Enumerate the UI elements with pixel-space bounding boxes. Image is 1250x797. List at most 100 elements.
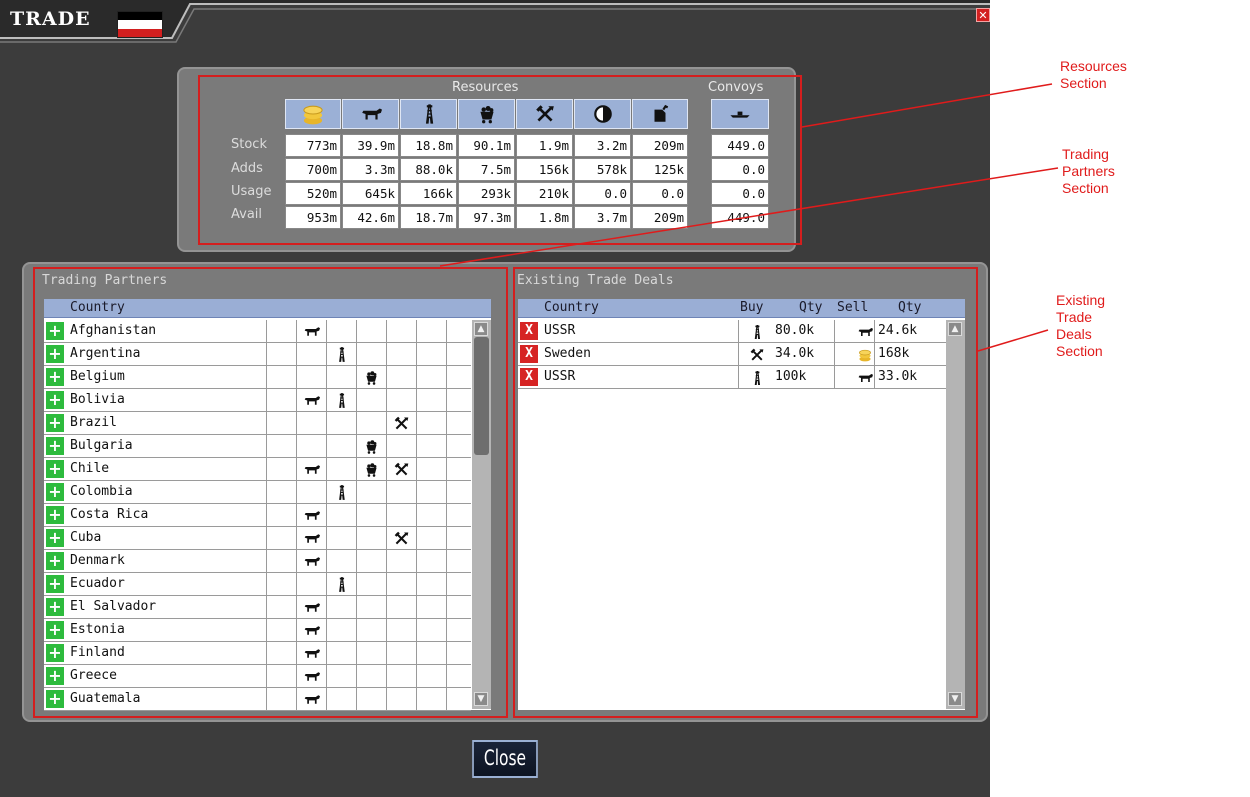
- partner-country-name: Colombia: [70, 484, 133, 499]
- trading-partner-row[interactable]: + El Salvador: [44, 596, 471, 619]
- trading-partner-row[interactable]: + Argentina: [44, 343, 471, 366]
- trade-deal-row[interactable]: X USSR 80.0k 24.6k: [518, 320, 946, 343]
- trading-partner-row[interactable]: + Greece: [44, 665, 471, 688]
- deals-scroll-up-icon[interactable]: ▲: [948, 322, 962, 336]
- add-trade-icon[interactable]: +: [46, 506, 64, 524]
- trade-deal-row[interactable]: X Sweden 34.0k 168k: [518, 343, 946, 366]
- cattle-icon: [298, 321, 324, 342]
- cancel-deal-icon[interactable]: X: [520, 322, 538, 340]
- partner-country-name: Afghanistan: [70, 323, 157, 338]
- country-column-header[interactable]: Country: [70, 299, 125, 317]
- adds-rare: 578k: [574, 158, 631, 181]
- trading-partner-row[interactable]: + Bolivia: [44, 389, 471, 412]
- cattle-icon: [298, 528, 324, 549]
- trading-partner-row[interactable]: + Costa Rica: [44, 504, 471, 527]
- cancel-deal-icon[interactable]: X: [520, 345, 538, 363]
- add-trade-icon[interactable]: +: [46, 391, 64, 409]
- trading-partner-row[interactable]: + Estonia: [44, 619, 471, 642]
- oil-icon: [328, 574, 354, 595]
- add-trade-icon[interactable]: +: [46, 414, 64, 432]
- coal-icon: [358, 367, 384, 388]
- tools-icon: [744, 344, 770, 365]
- adds-convoys: 0.0: [711, 158, 769, 181]
- avail-coal: 97.3m: [458, 206, 515, 229]
- tools-icon: [388, 528, 414, 549]
- deal-qty-header[interactable]: Qty: [799, 299, 822, 317]
- trading-partners-scroll-thumb[interactable]: [474, 337, 489, 455]
- scroll-down-icon[interactable]: ▼: [474, 692, 488, 706]
- add-trade-icon[interactable]: +: [46, 621, 64, 639]
- trading-partner-row[interactable]: + Cuba: [44, 527, 471, 550]
- resources-section-annotation: Resources Section: [1060, 58, 1127, 91]
- trade-deal-row[interactable]: X USSR 100k 33.0k: [518, 366, 946, 389]
- coal-cart-icon: [458, 99, 515, 129]
- oil-icon: [328, 344, 354, 365]
- stock-money: 773m: [285, 134, 341, 157]
- deal-buy-qty: 34.0k: [775, 346, 815, 361]
- row-label-avail: Avail: [231, 207, 263, 222]
- add-trade-icon[interactable]: +: [46, 460, 64, 478]
- deal-country: Sweden: [544, 346, 591, 361]
- trading-partner-row[interactable]: + Afghanistan: [44, 320, 471, 343]
- avail-rare: 3.7m: [574, 206, 631, 229]
- deal-country-header[interactable]: Country: [544, 299, 599, 317]
- window-close-icon[interactable]: ✕: [976, 8, 990, 22]
- oil-derrick-icon: [400, 99, 457, 129]
- partner-country-name: Greece: [70, 668, 117, 683]
- adds-cattle: 3.3m: [342, 158, 399, 181]
- add-trade-icon[interactable]: +: [46, 529, 64, 547]
- cattle-icon: [298, 620, 324, 641]
- window-title: TRADE: [10, 8, 91, 30]
- add-trade-icon[interactable]: +: [46, 690, 64, 708]
- trading-partner-row[interactable]: + Guatemala: [44, 688, 471, 711]
- deal-buy-header[interactable]: Buy: [740, 299, 763, 317]
- close-button[interactable]: Close: [472, 740, 538, 778]
- deal-qty2-header[interactable]: Qty: [898, 299, 921, 317]
- trading-partners-title: Trading Partners: [42, 273, 168, 288]
- partner-country-name: Finland: [70, 645, 125, 660]
- cancel-deal-icon[interactable]: X: [520, 368, 538, 386]
- cattle-icon: [298, 689, 324, 710]
- tools-icon: [388, 413, 414, 434]
- row-label-usage: Usage: [231, 184, 272, 199]
- trade-deals-scrollbar[interactable]: [946, 320, 965, 709]
- avail-money: 953m: [285, 206, 341, 229]
- add-trade-icon[interactable]: +: [46, 598, 64, 616]
- stock-convoys: 449.0: [711, 134, 769, 157]
- trading-partner-row[interactable]: + Denmark: [44, 550, 471, 573]
- add-trade-icon[interactable]: +: [46, 368, 64, 386]
- add-trade-icon[interactable]: +: [46, 322, 64, 340]
- trading-partner-row[interactable]: + Bulgaria: [44, 435, 471, 458]
- add-trade-icon[interactable]: +: [46, 644, 64, 662]
- usage-fuel: 0.0: [632, 182, 688, 205]
- row-label-stock: Stock: [231, 137, 267, 152]
- partner-country-name: Ecuador: [70, 576, 125, 591]
- trading-partner-row[interactable]: + Colombia: [44, 481, 471, 504]
- add-trade-icon[interactable]: +: [46, 437, 64, 455]
- add-trade-icon[interactable]: +: [46, 552, 64, 570]
- add-trade-icon[interactable]: +: [46, 667, 64, 685]
- adds-oil: 88.0k: [400, 158, 457, 181]
- cattle-icon: [342, 99, 399, 129]
- adds-coal: 7.5m: [458, 158, 515, 181]
- scroll-up-icon[interactable]: ▲: [474, 322, 488, 336]
- trade-deals-header: Country Buy Qty Sell Qty: [518, 299, 965, 318]
- avail-cattle: 42.6m: [342, 206, 399, 229]
- partner-country-name: Bulgaria: [70, 438, 133, 453]
- partner-country-name: Estonia: [70, 622, 125, 637]
- deals-scroll-down-icon[interactable]: ▼: [948, 692, 962, 706]
- add-trade-icon[interactable]: +: [46, 575, 64, 593]
- trading-partner-row[interactable]: + Finland: [44, 642, 471, 665]
- add-trade-icon[interactable]: +: [46, 483, 64, 501]
- partner-country-name: Cuba: [70, 530, 102, 545]
- deal-sell-header[interactable]: Sell: [837, 299, 868, 317]
- trading-partner-row[interactable]: + Ecuador: [44, 573, 471, 596]
- avail-convoys: 449.0: [711, 206, 769, 229]
- add-trade-icon[interactable]: +: [46, 345, 64, 363]
- usage-cattle: 645k: [342, 182, 399, 205]
- trading-partner-row[interactable]: + Brazil: [44, 412, 471, 435]
- trading-partner-row[interactable]: + Belgium: [44, 366, 471, 389]
- stock-oil: 18.8m: [400, 134, 457, 157]
- partner-country-name: Argentina: [70, 346, 141, 361]
- trading-partner-row[interactable]: + Chile: [44, 458, 471, 481]
